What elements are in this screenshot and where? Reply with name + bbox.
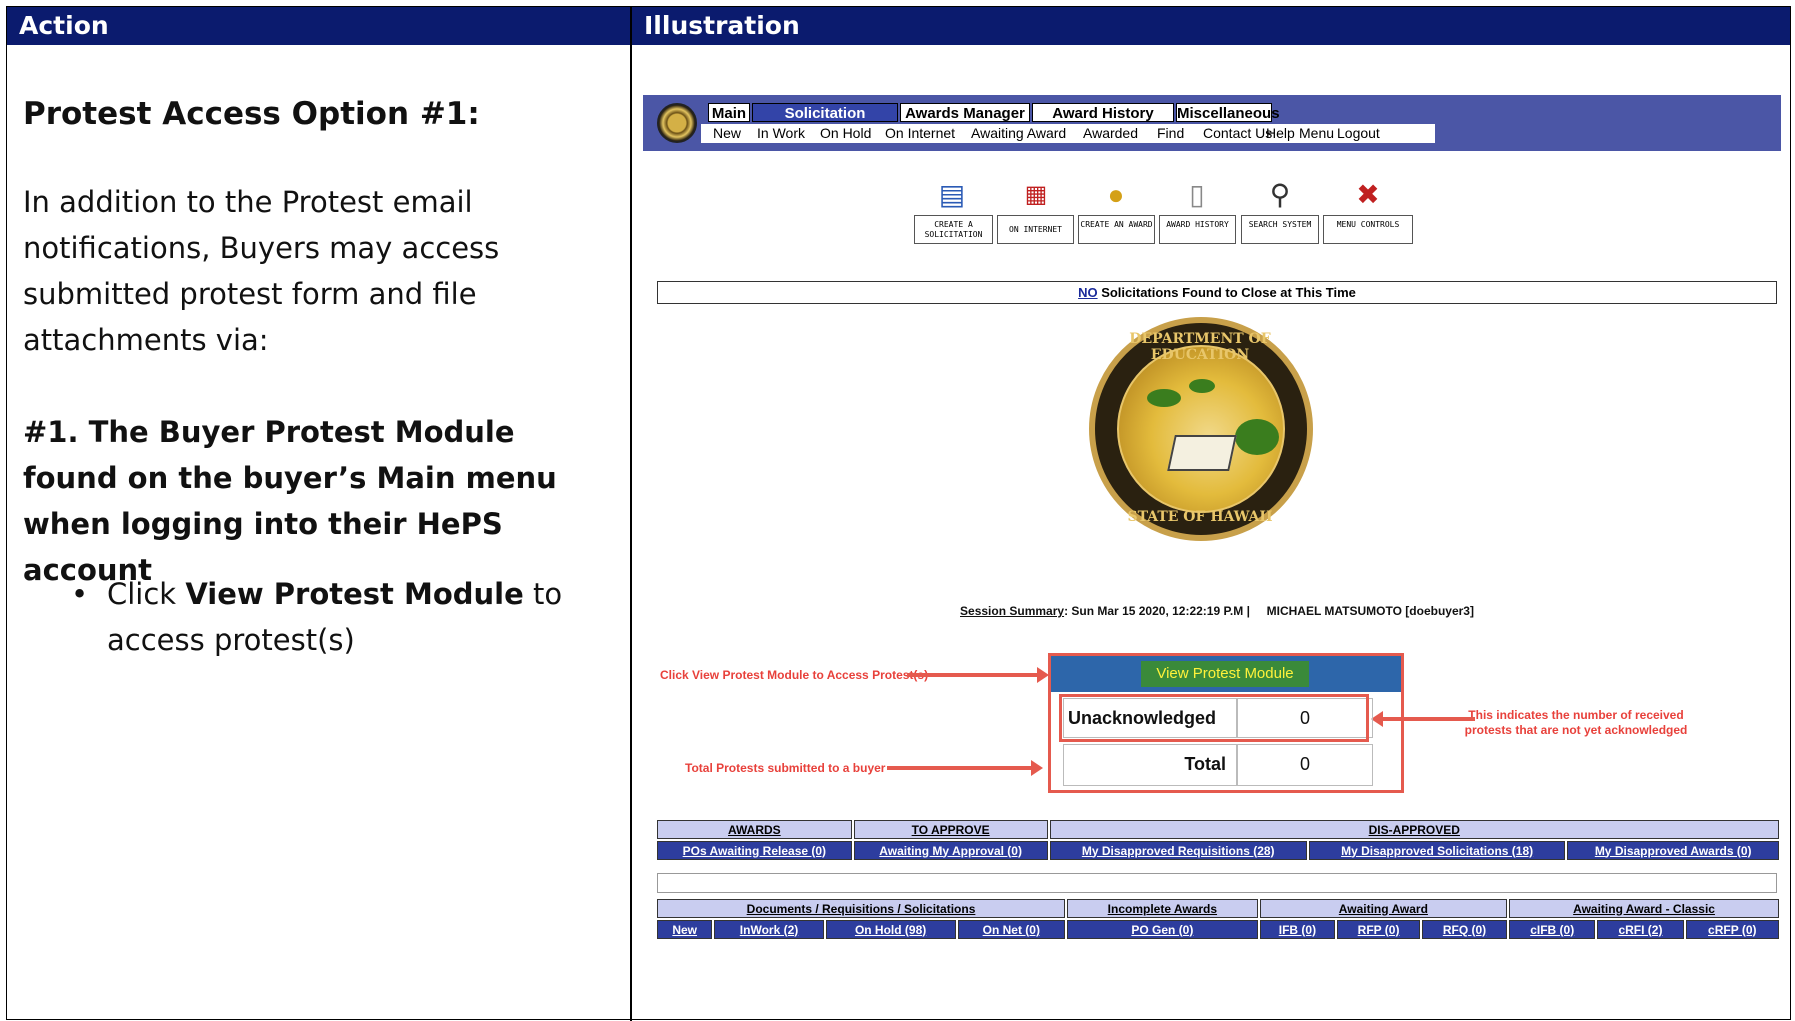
bullet-dot: • [71,577,89,611]
action-header: Action [7,7,630,45]
create-solicitation-icon[interactable]: ▤ [927,175,977,215]
subtab-awarded[interactable]: Awarded [1083,124,1138,143]
tab-award-history[interactable]: Award History [1032,103,1174,122]
subtab-logout[interactable]: Logout [1337,124,1380,143]
bullet-item: • Click View Protest Module to access pr… [71,571,607,663]
table-link[interactable]: cRFI (2) [1597,920,1684,939]
create-award-icon[interactable]: ● [1091,175,1141,215]
subtab-new[interactable]: New [713,124,741,143]
option-description: #1. The Buyer Protest Module found on th… [23,415,557,587]
option-heading: Protest Access Option #1: [23,96,480,132]
session-info: : Sun Mar 15 2020, 12:22:19 P.M | MICHAE… [1064,604,1474,618]
protest-module-panel: View Protest Module Unacknowledged 0 Tot… [1048,653,1404,793]
table-link[interactable]: My Disapproved Requisitions (28) [1049,841,1307,860]
awards-table: AWARDS TO APPROVE DIS-APPROVED POs Await… [655,818,1781,862]
table-link[interactable]: RFP (0) [1337,920,1420,939]
subtab-contact-us[interactable]: Contact Us [1203,124,1272,143]
subtab-menu[interactable]: Menu [1299,124,1334,143]
table-link[interactable]: My Disapproved Awards (0) [1567,841,1779,860]
table-header: DIS-APPROVED [1049,820,1779,839]
subtab-help[interactable]: Help [1266,124,1295,143]
tab-main[interactable]: Main [708,103,750,122]
subtab-awaiting-award[interactable]: Awaiting Award [971,124,1066,143]
create-solicitation-button[interactable]: CREATE A SOLICITATION [914,215,993,244]
table-header: Awaiting Award [1259,899,1508,918]
view-protest-module-button[interactable]: View Protest Module [1141,661,1309,687]
table-link[interactable]: PO Gen (0) [1067,920,1258,939]
top-nav: Main Solicitation Manager Awards Manager… [643,95,1781,151]
illustration-header: Illustration [632,7,1790,45]
search-system-icon[interactable]: ⚲ [1255,175,1305,215]
total-annotation: Total Protests submitted to a buyer [685,761,886,775]
menu-controls-icon[interactable]: ✖ [1343,175,1393,215]
table-header: AWARDS [657,820,852,839]
search-system-button[interactable]: SEARCH SYSTEM [1241,215,1319,244]
seal-island [1147,389,1181,407]
table-link[interactable]: My Disapproved Solicitations (18) [1308,841,1566,860]
seal-book-icon [1167,435,1237,471]
closing-notice: NO Solicitations Found to Close at This … [657,281,1777,304]
table-link[interactable]: IFB (0) [1259,920,1336,939]
subtab-on-hold[interactable]: On Hold [820,124,871,143]
bullet-prefix: Click [107,577,186,611]
spacer-row [657,873,1777,893]
table-header: Incomplete Awards [1067,899,1258,918]
table-link[interactable]: On Net (0) [957,920,1066,939]
bullet-bold: View Protest Module [185,577,524,611]
table-header: Documents / Requisitions / Solicitations [657,899,1066,918]
table-link[interactable]: On Hold (98) [825,920,956,939]
tab-awards-manager[interactable]: Awards Manager [900,103,1030,122]
table-link[interactable]: POs Awaiting Release (0) [657,841,852,860]
seal-top-text: DEPARTMENT OF EDUCATION [1129,331,1271,363]
seal-island [1235,419,1279,455]
column-divider [630,7,632,1021]
table-link[interactable]: New [657,920,713,939]
subtab-in-work[interactable]: In Work [757,124,805,143]
subtab-find[interactable]: Find [1157,124,1184,143]
award-history-icon[interactable]: ▯ [1172,175,1222,215]
create-award-button[interactable]: CREATE AN AWARD [1078,215,1155,244]
doe-seal-icon [657,103,697,143]
session-label: Session Summary [960,604,1065,618]
arrow-right-icon [907,667,1049,683]
table-header: Awaiting Award - Classic [1509,899,1779,918]
tab-miscellaneous[interactable]: Miscellaneous [1176,103,1280,122]
menu-controls-button[interactable]: MENU CONTROLS [1323,215,1413,244]
intro-paragraph: In addition to the Protest email notific… [23,185,500,357]
on-internet-button[interactable]: ON INTERNET [997,215,1074,244]
total-value: 0 [1237,744,1373,786]
table-link[interactable]: cRFP (0) [1685,920,1779,939]
seal-bottom-text: STATE OF HAWAII [1127,509,1273,525]
subtab-on-internet[interactable]: On Internet [885,124,955,143]
tab-solicitation-manager[interactable]: Solicitation Manager [752,103,898,141]
award-history-button[interactable]: AWARD HISTORY [1159,215,1236,244]
illustration-screenshot: Main Solicitation Manager Awards Manager… [643,95,1791,995]
seal-island [1189,379,1215,393]
click-view-annotation: Click View Protest Module to Access Prot… [660,668,929,682]
table-link[interactable]: cIFB (0) [1509,920,1596,939]
on-internet-icon[interactable]: ▦ [1011,175,1061,215]
documents-table: Documents / Requisitions / Solicitations… [655,897,1781,941]
table-header: TO APPROVE [853,820,1048,839]
table-link[interactable]: RFQ (0) [1421,920,1508,939]
total-label: Total [1063,744,1237,786]
sub-nav: New In Work On Hold On Internet Awaiting… [701,124,1435,143]
department-seal: DEPARTMENT OF EDUCATION STATE OF HAWAII [1089,317,1313,541]
unacknowledged-annotation: This indicates the number of received pr… [1464,708,1688,737]
arrow-right-icon [887,760,1043,776]
table-link[interactable]: InWork (2) [714,920,824,939]
unacknowledged-highlight [1059,694,1369,742]
session-summary: Session Summary: Sun Mar 15 2020, 12:22:… [643,604,1791,618]
instruction-table: Action Illustration Protest Access Optio… [6,6,1791,1021]
notice-text: Solicitations Found to Close at This Tim… [1097,285,1356,300]
no-link[interactable]: NO [1078,285,1098,300]
protest-panel-header: View Protest Module [1051,656,1401,692]
table-link[interactable]: Awaiting My Approval (0) [853,841,1048,860]
